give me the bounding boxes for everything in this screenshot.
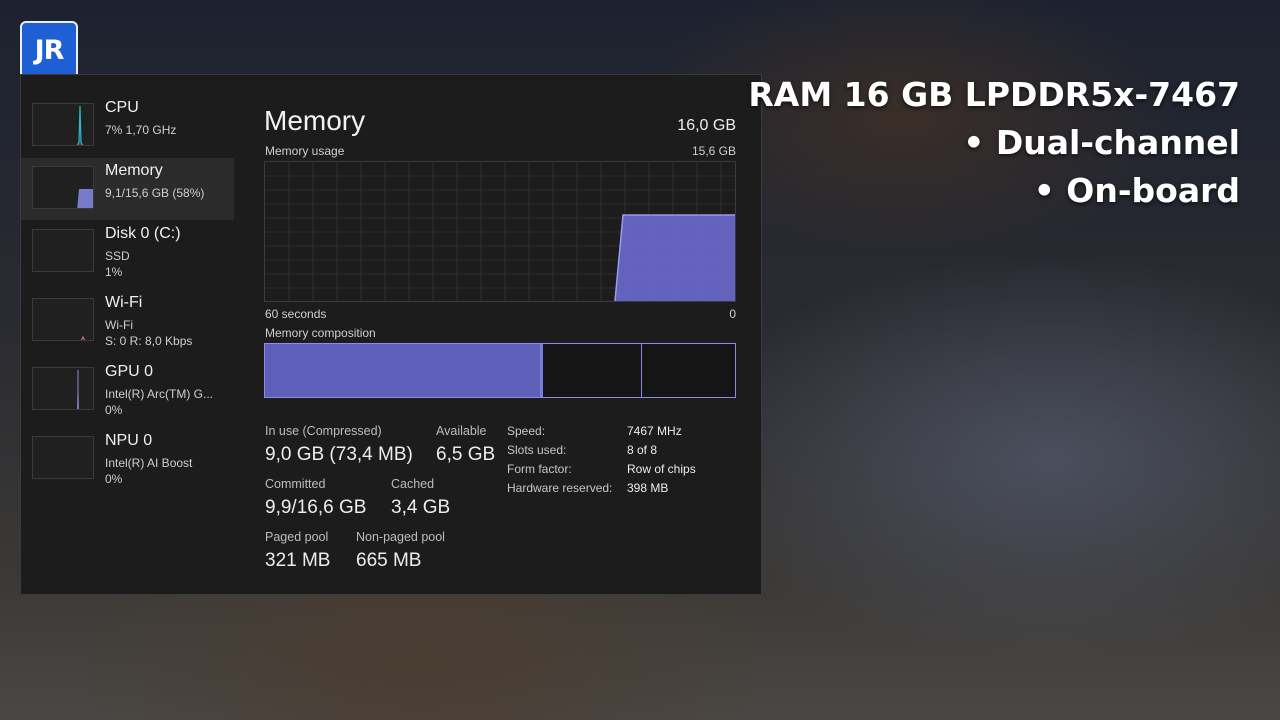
committed-value: 9,9/16,6 GB [265, 497, 367, 518]
in-use-value: 9,0 GB (73,4 MB) [265, 444, 413, 465]
gpu-thumbnail-graph [32, 367, 94, 410]
sidebar-item-wifi[interactable]: Wi-Fi Wi-Fi S: 0 R: 8,0 Kbps [21, 290, 234, 352]
memory-usage-area [615, 215, 735, 301]
non-paged-pool-label: Non-paged pool [356, 530, 445, 544]
memory-total: 16,0 GB [677, 117, 736, 134]
sidebar-item-detail: 0% [105, 403, 123, 417]
sidebar-item-title: NPU 0 [105, 432, 153, 449]
memory-panel: Memory 16,0 GB Memory usage 15,6 GB 60 s… [264, 75, 754, 594]
sidebar-item-gpu[interactable]: GPU 0 Intel(R) Arc(TM) G... 0% [21, 359, 234, 421]
overlay-on-board: • On-board [1033, 171, 1240, 210]
in-use-label: In use (Compressed) [265, 424, 382, 438]
available-label: Available [436, 424, 487, 438]
sidebar-item-memory[interactable]: Memory 9,1/15,6 GB (58%) [21, 158, 234, 220]
overlay-dual-channel: • Dual-channel [963, 123, 1240, 162]
sidebar-item-npu[interactable]: NPU 0 Intel(R) AI Boost 0% [21, 428, 234, 490]
memory-usage-svg [265, 162, 735, 301]
composition-modified-segment [540, 344, 543, 397]
sidebar-item-title: Disk 0 (C:) [105, 225, 181, 242]
non-paged-pool-value: 665 MB [356, 550, 422, 571]
composition-divider [641, 344, 642, 397]
channel-logo: JR [20, 21, 78, 79]
memory-usage-graph [264, 161, 736, 302]
sidebar-item-subtitle: Wi-Fi [105, 318, 133, 332]
memory-usage-label: Memory usage [265, 144, 345, 158]
sidebar-item-subtitle: Intel(R) Arc(TM) G... [105, 387, 213, 401]
spec-label: Slots used: [507, 443, 567, 457]
available-value: 6,5 GB [436, 444, 496, 465]
sidebar-item-title: Memory [105, 162, 163, 179]
spec-label: Form factor: [507, 462, 572, 476]
wifi-thumbnail-graph [32, 298, 94, 341]
spec-value: 8 of 8 [627, 443, 658, 457]
graph-axis-right-label: 0 [729, 307, 736, 321]
sidebar-item-subtitle: 9,1/15,6 GB (58%) [105, 186, 205, 200]
disk-thumbnail-graph [32, 229, 94, 272]
page-title: Memory [264, 105, 366, 136]
paged-pool-value: 321 MB [265, 550, 331, 571]
sidebar-item-title: Wi-Fi [105, 294, 143, 311]
memory-composition-label: Memory composition [265, 326, 376, 340]
task-manager-window: CPU 7% 1,70 GHz Memory 9,1/15,6 GB (58%)… [20, 74, 762, 595]
spec-value: Row of chips [627, 462, 696, 476]
memory-composition-bar [264, 343, 736, 398]
paged-pool-label: Paged pool [265, 530, 329, 544]
sidebar-item-subtitle: SSD [105, 249, 130, 263]
composition-in-use-segment [265, 344, 540, 397]
cpu-thumbnail-graph [32, 103, 94, 146]
memory-usage-max: 15,6 GB [691, 144, 736, 158]
cached-label: Cached [391, 477, 435, 491]
sidebar: CPU 7% 1,70 GHz Memory 9,1/15,6 GB (58%)… [21, 75, 235, 594]
graph-axis-left-label: 60 seconds [265, 307, 327, 321]
cached-value: 3,4 GB [391, 497, 451, 518]
spec-label: Hardware reserved: [507, 481, 613, 495]
sidebar-item-disk[interactable]: Disk 0 (C:) SSD 1% [21, 221, 234, 283]
memory-thumbnail-graph [32, 166, 94, 209]
sidebar-item-cpu[interactable]: CPU 7% 1,70 GHz [21, 95, 234, 157]
sidebar-item-detail: 0% [105, 472, 123, 486]
sidebar-item-detail: S: 0 R: 8,0 Kbps [105, 334, 193, 348]
committed-label: Committed [265, 477, 326, 491]
sidebar-item-subtitle: 7% 1,70 GHz [105, 123, 177, 137]
spec-value: 7467 MHz [627, 424, 682, 438]
npu-thumbnail-graph [32, 436, 94, 479]
spec-value: 398 MB [627, 481, 669, 495]
sidebar-item-subtitle: Intel(R) AI Boost [105, 456, 193, 470]
sidebar-item-title: CPU [105, 99, 139, 116]
spec-label: Speed: [507, 424, 546, 438]
overlay-ram-spec: RAM 16 GB LPDDR5x-7467 [748, 75, 1240, 114]
sidebar-item-title: GPU 0 [105, 363, 154, 380]
sidebar-item-detail: 1% [105, 265, 123, 279]
